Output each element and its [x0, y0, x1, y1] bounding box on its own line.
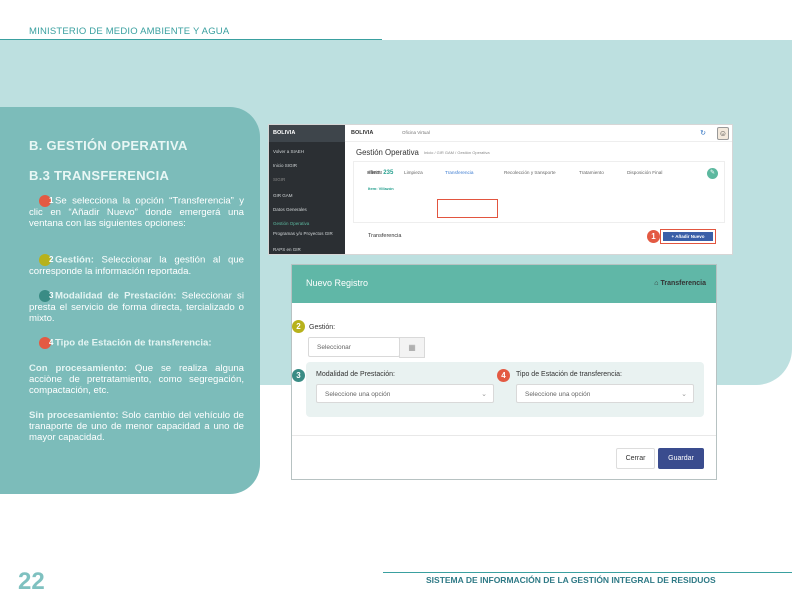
sidebar-group-sigir: SIGIR	[273, 177, 286, 182]
modal-header: Nuevo Registro ⌂ Transferencia	[292, 265, 716, 303]
refresh-icon[interactable]: ↻	[700, 129, 706, 137]
chevron-down-icon: ⌄	[681, 391, 687, 398]
modalidad-label: Modalidad de Prestación:	[316, 371, 395, 378]
tab-tratamiento[interactable]: Tratamiento	[579, 170, 604, 175]
add-button-highlight: + Añadir Nuevo	[660, 229, 716, 244]
tipo-label: Tipo de Estación de transferencia:	[516, 371, 622, 378]
breadcrumb: Inicio / GIR GAM / Gestión Operativa	[424, 150, 490, 155]
tipo-select[interactable]: Seleccione una opción ⌄	[516, 384, 694, 403]
tab-disposicion[interactable]: Disposición Final	[627, 170, 662, 175]
paragraph-3-label: Modalidad de Prestación:	[55, 290, 177, 302]
paragraph-3: 3 Modalidad de Prestación: Seleccionar si…	[29, 290, 244, 324]
calendar-icon[interactable]: ▦	[399, 337, 425, 358]
paragraph-5: Con procesamiento: Que se realiza alguna…	[29, 363, 244, 396]
item-value: 235	[383, 170, 394, 176]
topbar-office[interactable]: Oficina Virtual	[402, 130, 430, 135]
step-1-marker: 1	[647, 230, 660, 243]
sidebar-item-back[interactable]: Volver a SIAEH	[273, 149, 304, 154]
app-sidebar: BOLIVIA Volver a SIAEH Inicio SIGIR SIGI…	[269, 125, 345, 254]
step-2-badge: 2	[39, 254, 53, 266]
modal-title: Nuevo Registro	[306, 278, 369, 288]
subsection-title: B.3 TRANSFERENCIA	[29, 168, 170, 183]
sidebar-item-gir-gam[interactable]: GIR GAM	[273, 193, 293, 198]
tab-transferencia[interactable]: Transferencia	[445, 170, 473, 175]
step-3-marker: 3	[292, 369, 305, 382]
paragraph-1: 1 Se selecciona la opción “Transferencia”…	[29, 195, 244, 229]
paragraph-2-label: Gestión:	[55, 254, 94, 266]
paragraph-6: Sin procesamiento: Solo cambio del vehíc…	[29, 410, 244, 443]
step-2-marker: 2	[292, 320, 305, 333]
paragraph-5-label: Con procesamiento:	[29, 363, 127, 374]
tab-limpieza[interactable]: Limpieza	[404, 170, 423, 175]
footer-system: SISTEMA DE INFORMACIÓN DE LA GESTIÓN INT…	[426, 575, 716, 585]
gestion-input[interactable]: Seleccionar	[308, 337, 400, 357]
gestion-label: Gestión:	[309, 324, 336, 331]
paragraph-1-text: Se selecciona la opción “Transferencia” …	[29, 195, 244, 229]
app-topbar: BOLIVIA Oficina Virtual ↻ ☺	[345, 125, 732, 142]
page-number: 22	[18, 568, 45, 595]
section-label: Transferencia	[368, 233, 402, 239]
step-3-badge: 3	[39, 290, 53, 302]
modal-tag-label: Transferencia	[660, 280, 706, 287]
header-ministry: MINISTERIO DE MEDIO AMBIENTE Y AGUA	[29, 26, 230, 37]
sidebar-logo: BOLIVIA	[269, 125, 345, 142]
modal-footer-divider	[292, 435, 716, 436]
step-1-badge: 1	[39, 195, 53, 207]
close-button[interactable]: Cerrar	[616, 448, 655, 469]
sidebar-item-programas[interactable]: Programas y/o Proyectos GIR	[273, 231, 333, 237]
section-title: B. GESTIÓN OPERATIVA	[29, 138, 188, 153]
sidebar-item-raps[interactable]: RAPS en GIR	[273, 247, 301, 252]
sidebar-item-home[interactable]: Inicio SIGIR	[273, 163, 297, 168]
paragraph-4: 4 Tipo de Estación de transferencia:	[29, 337, 244, 349]
tab-highlight	[437, 199, 498, 218]
step-4-marker: 4	[497, 369, 510, 382]
paragraph-6-label: Sin procesamiento:	[29, 410, 119, 421]
avatar[interactable]: ☺	[717, 127, 729, 140]
sidebar-item-datos[interactable]: Datos Generales	[273, 207, 307, 212]
topbar-brand: BOLIVIA	[351, 130, 374, 136]
item-sub: Item: Villazón	[368, 186, 394, 191]
tab-barrido[interactable]: Barrido	[367, 170, 382, 175]
tab-recoleccion[interactable]: Recolección y transporte	[504, 170, 556, 175]
modalidad-select[interactable]: Seleccione una opción ⌄	[316, 384, 494, 403]
sidebar-item-gestion[interactable]: Gestión Operativa	[273, 221, 309, 226]
edit-icon[interactable]: ✎	[707, 168, 718, 179]
add-new-button[interactable]: + Añadir Nuevo	[663, 232, 713, 241]
modal-tag: ⌂ Transferencia	[654, 280, 706, 287]
footer-divider	[383, 572, 792, 573]
chevron-down-icon: ⌄	[481, 391, 487, 398]
paragraph-2: 2 Gestión: Seleccionar la gestión al que …	[29, 254, 244, 277]
paragraph-4-label: Tipo de Estación de transferencia:	[55, 337, 212, 349]
tipo-value: Seleccione una opción	[525, 391, 591, 398]
modalidad-value: Seleccione una opción	[325, 391, 391, 398]
step-4-badge: 4	[39, 337, 53, 349]
save-button[interactable]: Guardar	[658, 448, 704, 469]
instructions-panel: B. GESTIÓN OPERATIVA B.3 TRANSFERENCIA 1…	[0, 107, 260, 494]
app-page-title: Gestión Operativa	[356, 148, 419, 157]
